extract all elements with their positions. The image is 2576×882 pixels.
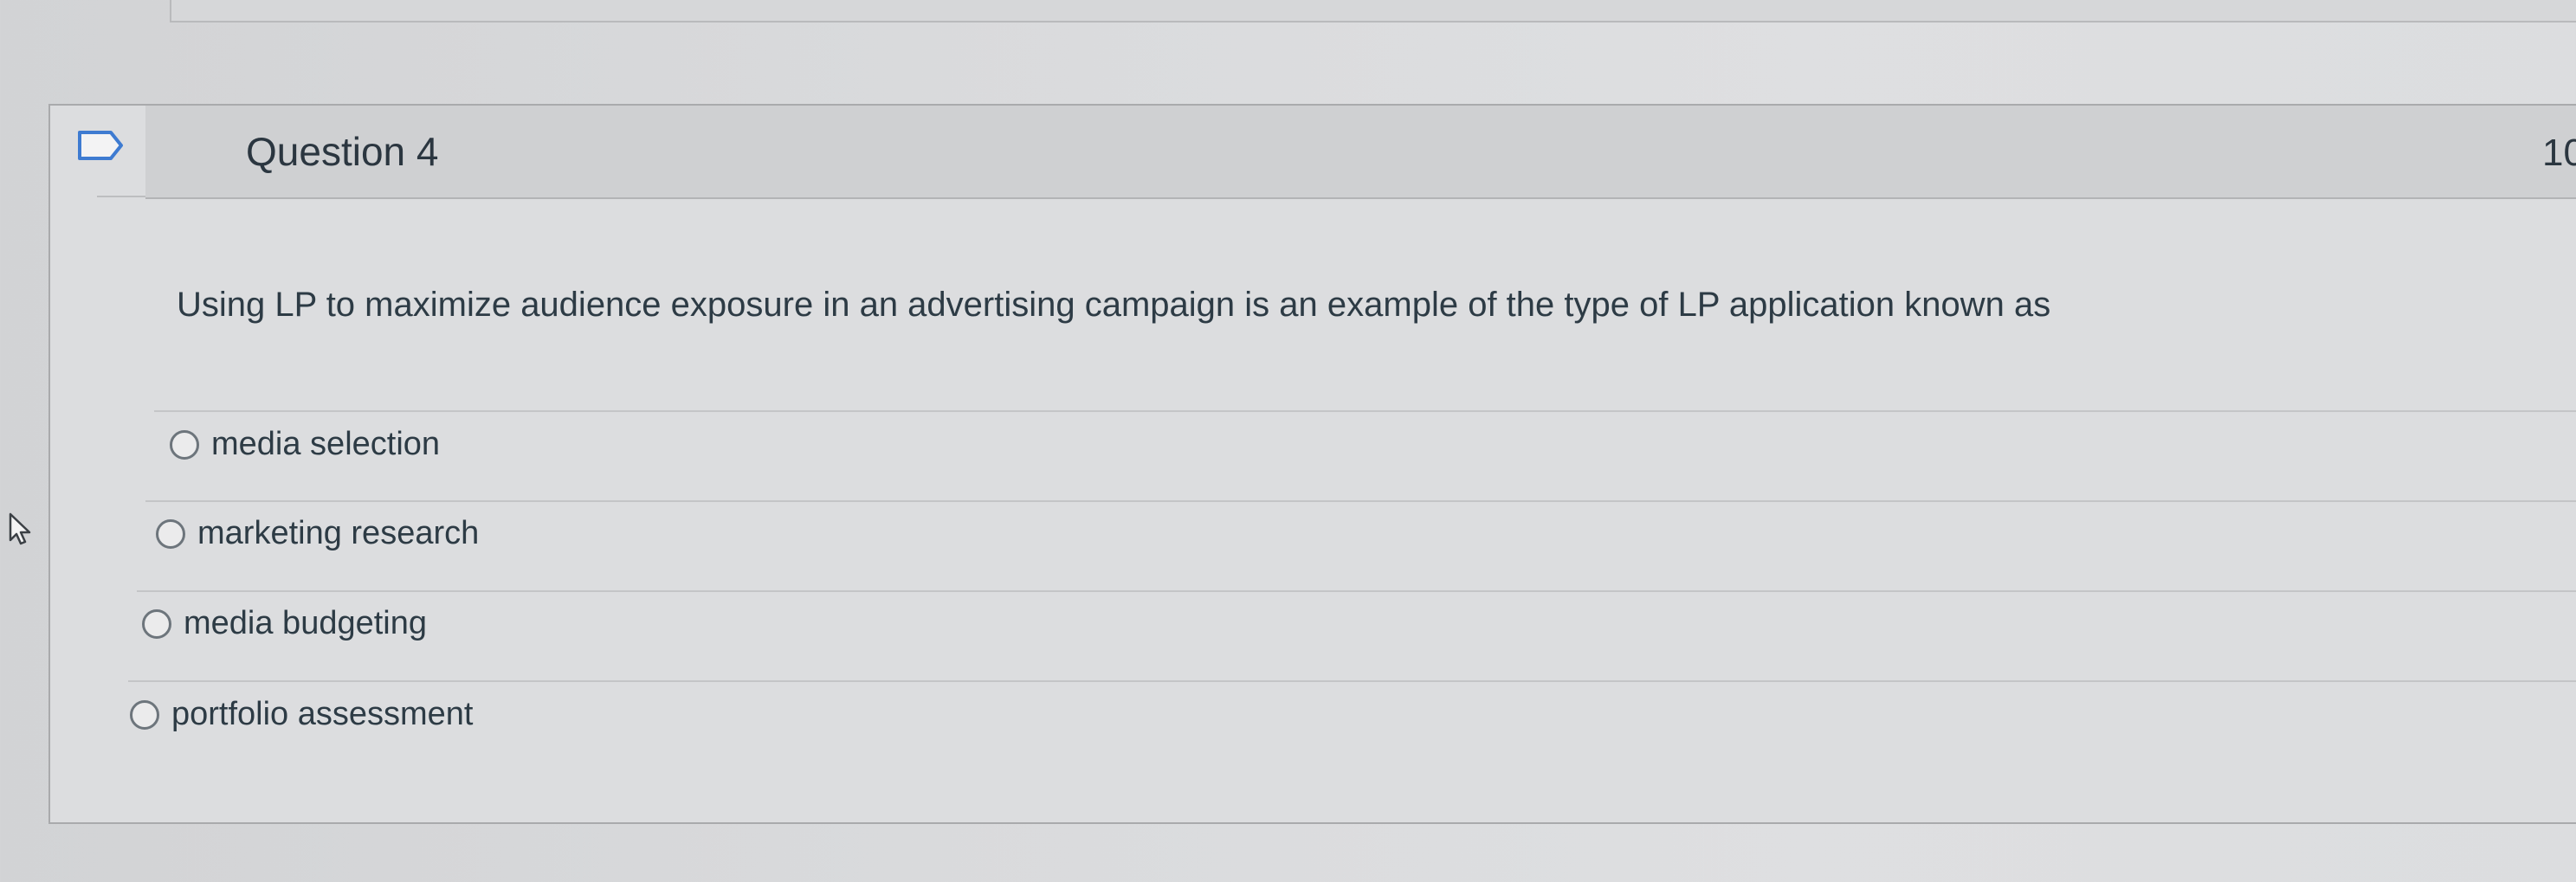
answer-option-media-budgeting[interactable]: media budgeting xyxy=(142,605,427,642)
radio-button[interactable] xyxy=(142,608,171,639)
question-header: Question 4 10 p xyxy=(97,106,2576,199)
radio-button[interactable] xyxy=(170,429,199,460)
answer-divider xyxy=(145,500,2576,502)
question-title: Question 4 xyxy=(246,129,439,174)
answer-label: media selection xyxy=(211,426,441,462)
radio-button[interactable] xyxy=(130,699,159,730)
answer-divider xyxy=(137,590,2576,592)
answer-label: marketing research xyxy=(197,515,480,551)
bookmark-flag-icon[interactable] xyxy=(76,130,125,161)
answer-label: media budgeting xyxy=(184,605,427,641)
answer-divider xyxy=(128,680,2576,682)
mouse-pointer-icon xyxy=(5,511,36,547)
question-text: Using LP to maximize audience exposure i… xyxy=(177,286,2051,324)
question-points: 10 p xyxy=(2542,132,2576,174)
radio-button[interactable] xyxy=(156,518,185,549)
answer-option-media-selection[interactable]: media selection xyxy=(170,426,440,463)
question-card: Question 4 10 p Using LP to maximize aud… xyxy=(48,104,2576,824)
answer-option-marketing-research[interactable]: marketing research xyxy=(156,515,479,552)
answer-label: portfolio assessment xyxy=(171,696,474,732)
previous-question-card xyxy=(170,0,2576,23)
answer-option-portfolio-assessment[interactable]: portfolio assessment xyxy=(130,696,474,733)
answer-divider xyxy=(154,410,2576,412)
